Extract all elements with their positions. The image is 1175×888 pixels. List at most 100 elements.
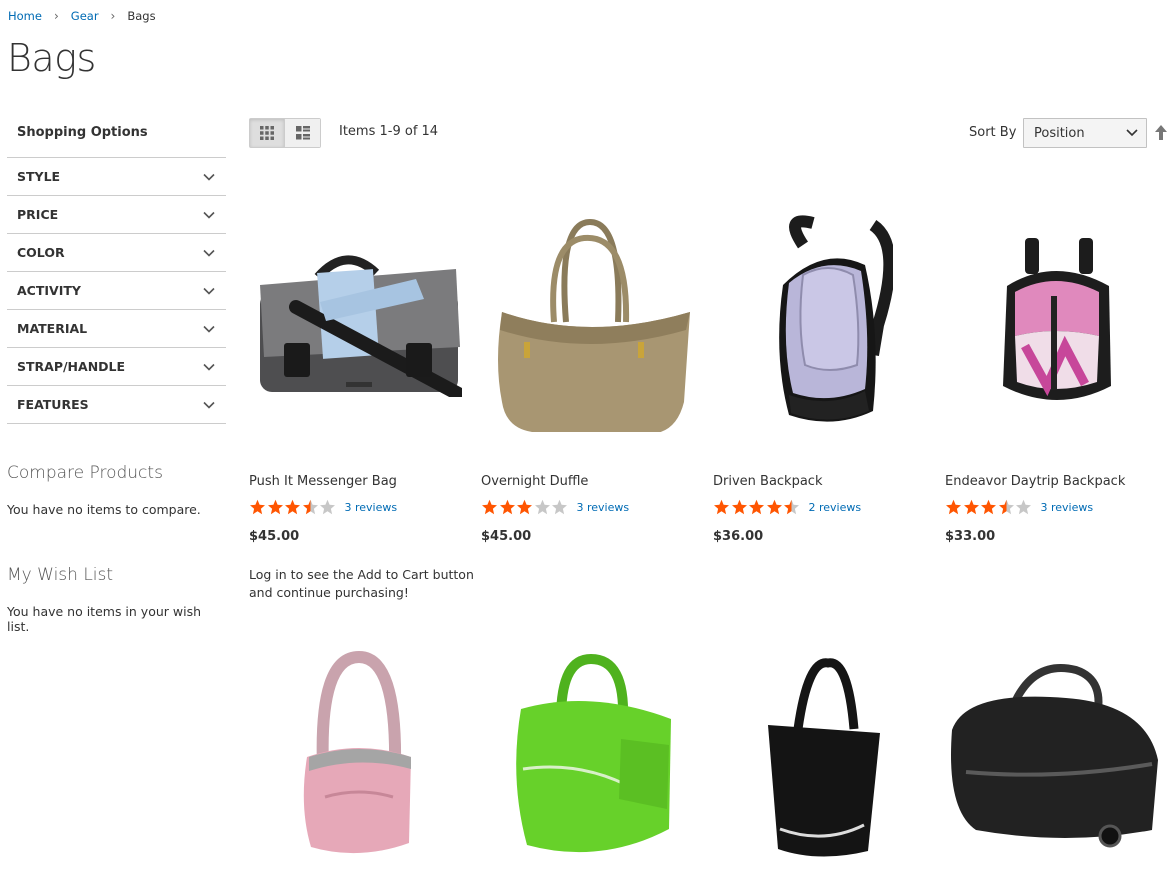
breadcrumb-current: Bags — [127, 9, 156, 23]
star-icon — [534, 499, 550, 515]
star-icon — [267, 499, 283, 515]
filter-label: STRAP/HANDLE — [17, 359, 126, 374]
product-item[interactable] — [713, 640, 933, 870]
filter-list: STYLE PRICE COLOR ACTIVITY MATERIAL STRAP/HAN… — [7, 158, 226, 424]
star-icon — [749, 499, 764, 515]
login-to-add-to-cart-note: Log in to see the Add to Cart button and… — [249, 567, 474, 600]
product-image[interactable] — [713, 187, 933, 457]
product-item[interactable] — [249, 640, 469, 870]
product-name[interactable]: Endeavor Daytrip Backpack — [945, 474, 1165, 492]
star-icon — [981, 499, 996, 515]
filter-label: PRICE — [17, 207, 59, 222]
star-icon — [731, 499, 747, 515]
page-title: Bags — [7, 36, 96, 80]
backpack-image — [779, 214, 893, 422]
star-icon — [499, 499, 515, 515]
product-name[interactable]: Driven Backpack — [713, 474, 933, 492]
filter-activity[interactable]: ACTIVITY — [7, 272, 226, 310]
star-icon — [250, 499, 265, 515]
star-icon — [1016, 499, 1031, 515]
product-name[interactable]: Push It Messenger Bag — [249, 474, 469, 492]
product-rating: 2 reviews — [713, 499, 933, 515]
rating-stars — [249, 499, 337, 515]
product-price: $45.00 — [481, 529, 532, 544]
reviews-link[interactable]: 3 reviews — [1041, 501, 1094, 514]
filter-price[interactable]: PRICE — [7, 196, 226, 234]
chevron-down-icon — [203, 363, 215, 371]
chevron-down-icon — [203, 249, 215, 257]
breadcrumb-home-link[interactable]: Home — [8, 9, 42, 23]
rating-stars — [945, 499, 1033, 515]
product-rating: 3 reviews — [945, 499, 1165, 515]
chevron-down-icon — [203, 173, 215, 181]
filter-label: MATERIAL — [17, 321, 88, 336]
product-image[interactable] — [249, 187, 469, 457]
compare-products-text: You have no items to compare. — [7, 502, 201, 517]
filter-material[interactable]: MATERIAL — [7, 310, 226, 348]
rolling-duffle-bag-image — [951, 664, 1158, 848]
product-rating: 3 reviews — [481, 499, 701, 515]
black-tote-bag-image — [768, 658, 880, 857]
product-item[interactable]: Push It Messenger Bag 3 reviews $45.00 — [249, 187, 469, 544]
list-icon — [295, 126, 310, 140]
product-image[interactable] — [713, 640, 933, 870]
breadcrumb-separator-icon: › — [110, 9, 116, 23]
product-item[interactable] — [945, 640, 1165, 870]
duffle-bag-image — [498, 218, 690, 432]
chevron-down-icon — [203, 401, 215, 409]
breadcrumb: Home › Gear › Bags — [8, 9, 156, 23]
product-image[interactable] — [945, 640, 1165, 870]
chevron-down-icon — [203, 287, 215, 295]
compare-products-title: Compare Products — [7, 463, 163, 483]
star-icon — [946, 499, 961, 515]
chevron-down-icon — [203, 211, 215, 219]
messenger-bag-image — [260, 255, 462, 397]
product-image[interactable] — [481, 640, 701, 870]
product-item[interactable]: Overnight Duffle 3 reviews $45.00 — [481, 187, 701, 544]
product-item[interactable]: Endeavor Daytrip Backpack 3 reviews $33.… — [945, 187, 1165, 544]
filter-features[interactable]: FEATURES — [7, 386, 226, 424]
rating-stars — [481, 499, 569, 515]
star-icon — [552, 499, 567, 515]
toolbar-amount: Items 1-9 of 14 — [339, 124, 439, 139]
product-image[interactable] — [481, 187, 701, 457]
filter-strap-handle[interactable]: STRAP/HANDLE — [7, 348, 226, 386]
sort-by-value: Position — [1034, 125, 1085, 141]
list-view-button[interactable] — [285, 119, 320, 147]
product-item[interactable] — [481, 640, 701, 870]
breadcrumb-separator-icon: › — [53, 9, 59, 23]
filter-label: COLOR — [17, 245, 65, 260]
product-image[interactable] — [945, 187, 1165, 457]
product-image[interactable] — [249, 640, 469, 870]
filter-label: STYLE — [17, 169, 61, 184]
sidebar: Shopping Options STYLE PRICE COLOR ACTIVITY… — [7, 116, 226, 634]
chevron-down-icon — [1126, 129, 1138, 137]
star-icon — [302, 499, 318, 515]
filter-style[interactable]: STYLE — [7, 158, 226, 196]
product-price: $45.00 — [249, 529, 300, 544]
product-price: $36.00 — [713, 529, 764, 544]
pink-shoulder-bag-image — [303, 650, 411, 854]
grid-view-button[interactable] — [250, 119, 285, 147]
product-item[interactable]: Driven Backpack 2 reviews $36.00 — [713, 187, 933, 544]
sort-by-select[interactable]: Position — [1023, 118, 1147, 148]
sort-direction-button[interactable] — [1155, 125, 1167, 144]
reviews-link[interactable]: 3 reviews — [577, 501, 630, 514]
star-icon — [320, 499, 335, 515]
view-mode-switcher — [249, 118, 321, 148]
product-rating: 3 reviews — [249, 499, 469, 515]
daytrip-backpack-image — [1003, 238, 1111, 400]
breadcrumb-gear-link[interactable]: Gear — [71, 9, 99, 23]
star-icon — [482, 499, 497, 515]
green-duffle-bag-image — [516, 653, 671, 853]
reviews-link[interactable]: 3 reviews — [345, 501, 398, 514]
star-icon — [998, 499, 1014, 515]
filter-color[interactable]: COLOR — [7, 234, 226, 272]
product-name[interactable]: Overnight Duffle — [481, 474, 701, 492]
star-icon — [285, 499, 300, 515]
reviews-link[interactable]: 2 reviews — [809, 501, 862, 514]
grid-icon — [260, 126, 274, 140]
star-icon — [517, 499, 532, 515]
wishlist-text: You have no items in your wish list. — [7, 604, 202, 634]
sort-by-label: Sort By — [969, 125, 1017, 140]
